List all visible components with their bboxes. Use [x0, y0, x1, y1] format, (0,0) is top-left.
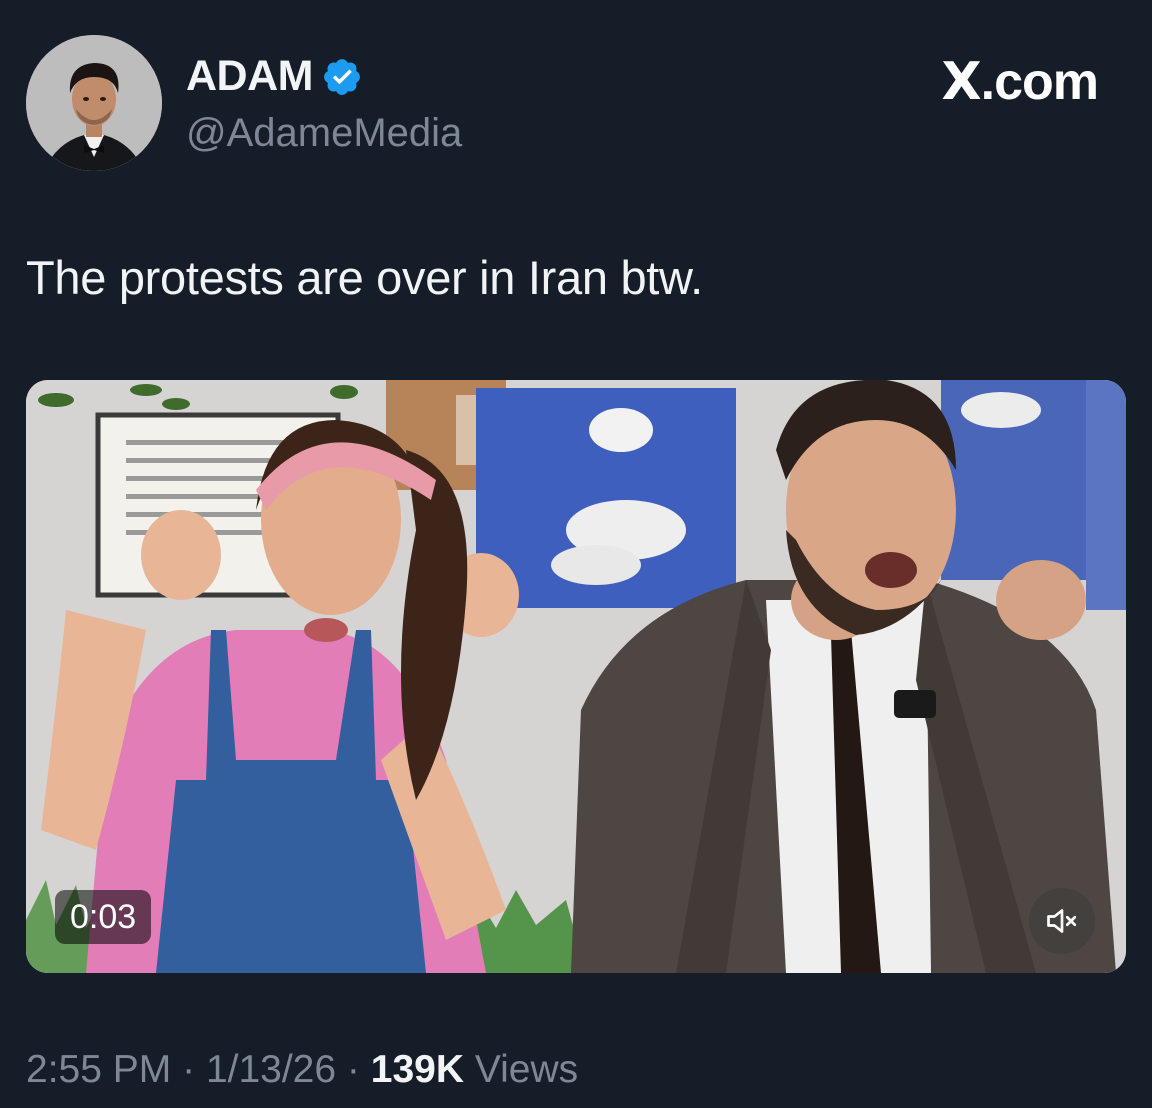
- mute-button[interactable]: [1029, 888, 1095, 954]
- video-player[interactable]: 0:03: [26, 380, 1126, 973]
- brand-domain-label: .com: [980, 53, 1099, 111]
- tweet-text: The protests are over in Iran btw.: [26, 251, 703, 304]
- tweet-date[interactable]: 1/13/26: [206, 1048, 336, 1091]
- tweet-card: ADAM @AdameMedia X .com The protests are …: [0, 0, 1152, 1108]
- x-logo-icon: X: [941, 52, 982, 112]
- author-handle[interactable]: @AdameMedia: [186, 111, 462, 156]
- x-com-logo: X .com: [941, 52, 1099, 112]
- views-count[interactable]: 139K: [371, 1048, 464, 1091]
- author-name-row[interactable]: ADAM: [186, 52, 363, 101]
- verified-badge-icon: [324, 58, 360, 95]
- speaker-muted-icon: [1047, 909, 1077, 933]
- author-display-name[interactable]: ADAM: [186, 52, 313, 101]
- video-duration-badge: 0:03: [55, 890, 152, 944]
- video-frame: [26, 380, 1126, 973]
- tweet-metadata: 2:55 PM · 1/13/26 · 139K Views: [26, 1048, 578, 1092]
- tweet-time[interactable]: 2:55 PM: [26, 1048, 171, 1091]
- meta-separator: ·: [182, 1048, 196, 1091]
- views-label: Views: [474, 1048, 579, 1091]
- meta-separator: ·: [346, 1048, 360, 1091]
- author-avatar[interactable]: [26, 35, 162, 171]
